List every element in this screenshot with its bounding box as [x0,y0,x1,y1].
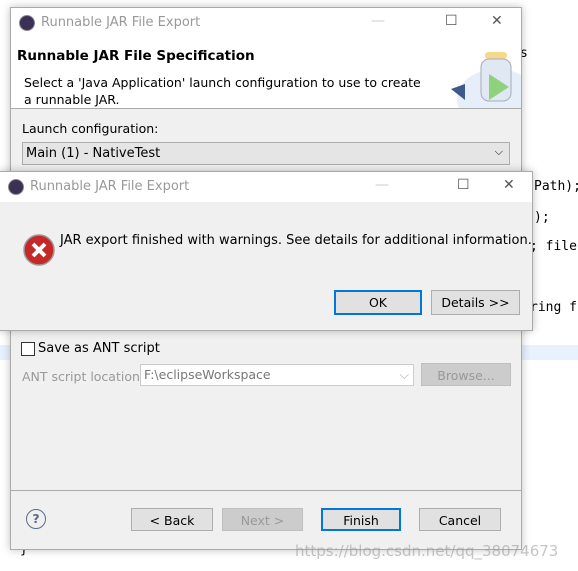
save-ant-checkbox[interactable] [21,342,35,356]
next-button[interactable]: Next > [222,508,303,531]
save-ant-label: Save as ANT script [38,341,160,356]
minimize-button[interactable]: — [375,177,389,193]
wizard-header: Runnable JAR File Specification Select a… [11,38,521,109]
maximize-button[interactable]: ☐ [445,13,458,29]
alert-dialog: Runnable JAR File Export — ☐ ✕ JAR expor… [0,171,533,331]
details-button[interactable]: Details >> [431,290,520,315]
page-title: Runnable JAR File Specification [17,48,255,64]
window-title: Runnable JAR File Export [41,15,201,30]
chevron-down-icon: ⌵ [494,145,503,158]
eclipse-icon [19,15,35,31]
ant-location-label: ANT script location: [22,369,145,384]
ok-button[interactable]: OK [334,290,422,315]
error-icon [23,234,55,266]
title-bar: Runnable JAR File Export — ☐ ✕ [0,172,532,202]
ant-location-value: F:\eclipseWorkspace [144,367,271,382]
code-text: ); [534,210,550,225]
cancel-button[interactable]: Cancel [419,508,501,531]
help-icon[interactable]: ? [26,509,46,529]
launch-config-select[interactable]: Main (1) - NativeTest ⌵ [22,142,510,165]
eclipse-icon [8,179,24,195]
close-button[interactable]: ✕ [503,177,515,193]
page-description: Select a 'Java Application' launch confi… [24,75,421,107]
close-button[interactable]: ✕ [491,13,503,29]
launch-config-label: Launch configuration: [22,121,159,136]
back-button[interactable]: < Back [131,508,213,531]
window-title: Runnable JAR File Export [30,179,190,194]
code-text: Path); [534,179,578,194]
launch-config-value: Main (1) - NativeTest [26,146,161,161]
ant-location-combo[interactable]: F:\eclipseWorkspace ⌵ [140,364,414,386]
code-text: ring fi [530,300,578,315]
title-bar: Runnable JAR File Export — ☐ ✕ [11,8,521,38]
maximize-button[interactable]: ☐ [457,177,470,193]
separator [11,490,521,491]
browse-button[interactable]: Browse... [421,363,511,386]
watermark: https://blog.csdn.net/qq_38074673 [295,542,559,560]
minimize-button[interactable]: — [371,13,385,29]
code-text: ; filePa [530,239,578,254]
chevron-down-icon: ⌵ [399,367,409,382]
alert-message: JAR export finished with warnings. See d… [60,233,532,248]
finish-button[interactable]: Finish [321,508,401,531]
jar-wizard-icon [451,52,521,108]
